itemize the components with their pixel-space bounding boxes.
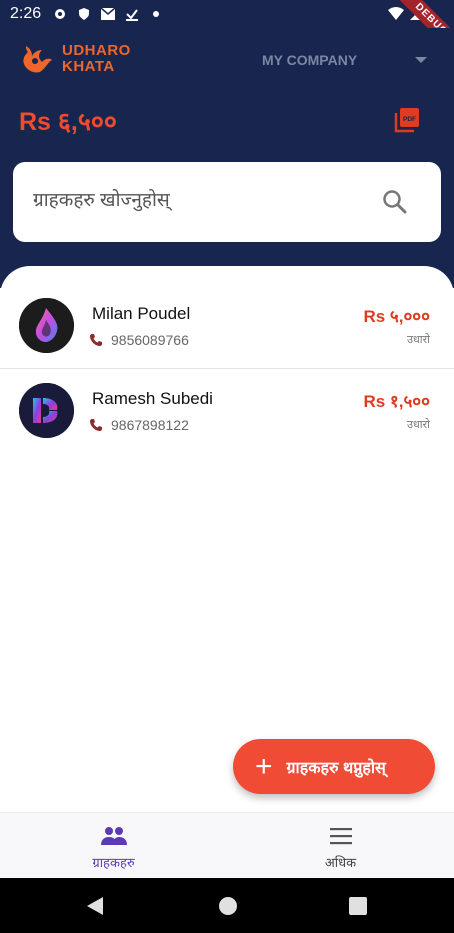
customer-list: Milan Poudel 9856089766 Rs ५,००० उधारो R… <box>0 266 454 812</box>
wifi-icon <box>388 6 404 25</box>
customer-row[interactable]: Ramesh Subedi 9867898122 Rs १,५०० उधारो <box>0 351 454 438</box>
customer-status: उधारो <box>407 419 430 431</box>
logo-text: UDHARO KHATA <box>62 43 131 75</box>
customer-name: Milan Poudel <box>92 304 191 323</box>
customer-row[interactable]: Milan Poudel 9856089766 Rs ५,००० उधारो <box>0 266 454 353</box>
svg-text:PDF: PDF <box>403 116 416 123</box>
search-icon[interactable] <box>381 188 409 216</box>
bottom-nav: ग्राहकहरु अधिक <box>0 812 454 878</box>
pdf-icon: PDF <box>394 108 419 133</box>
nav-item-more[interactable]: अधिक <box>227 813 454 879</box>
dot-icon <box>149 7 163 21</box>
app-header: UDHARO KHATA MY COMPANY Rs ६,५०० PDF <box>0 28 454 288</box>
company-selector[interactable]: MY COMPANY <box>262 52 357 68</box>
check-icon <box>125 7 139 21</box>
add-customer-button[interactable]: + ग्राहकहरु थप्नुहोस् <box>233 739 435 794</box>
shield-icon <box>77 7 91 21</box>
add-customer-label: ग्राहकहरु थप्नुहोस् <box>286 759 386 777</box>
status-bar: 2:26 DEBUG <box>0 0 454 58</box>
customer-amount: Rs ५,००० <box>363 307 430 326</box>
app-logo: UDHARO KHATA <box>20 42 131 76</box>
recents-icon[interactable] <box>349 897 367 915</box>
customer-phone: 9856089766 <box>111 332 189 348</box>
mail-icon <box>101 7 116 21</box>
customer-name: Ramesh Subedi <box>92 389 213 408</box>
menu-icon <box>329 828 352 845</box>
system-nav-bar <box>0 878 454 933</box>
phone-icon <box>90 419 102 431</box>
row-divider <box>0 368 454 369</box>
gear-icon <box>53 7 67 21</box>
avatar <box>19 298 74 353</box>
phoenix-logo-icon <box>23 46 52 73</box>
search-box[interactable] <box>13 162 441 242</box>
phone-icon <box>90 334 102 346</box>
logo-line-1: UDHARO <box>62 42 131 59</box>
chevron-down-icon[interactable] <box>415 57 427 63</box>
customer-phone: 9867898122 <box>111 417 189 433</box>
customer-amount: Rs १,५०० <box>363 392 430 411</box>
search-input[interactable] <box>33 186 363 216</box>
nav-item-customers[interactable]: ग्राहकहरु <box>0 813 227 879</box>
status-time: 2:26 <box>10 5 42 22</box>
pdf-export-button[interactable]: PDF <box>394 107 420 133</box>
people-icon <box>100 827 127 845</box>
total-amount: Rs ६,५०० <box>19 108 117 136</box>
nav-label-customers: ग्राहकहरु <box>92 855 135 870</box>
plus-icon: + <box>255 749 273 783</box>
back-icon[interactable] <box>86 896 104 916</box>
avatar <box>19 383 74 438</box>
home-icon[interactable] <box>218 896 238 916</box>
logo-line-2: KHATA <box>62 58 115 75</box>
nav-label-more: अधिक <box>324 855 357 870</box>
customer-status: उधारो <box>407 334 430 346</box>
